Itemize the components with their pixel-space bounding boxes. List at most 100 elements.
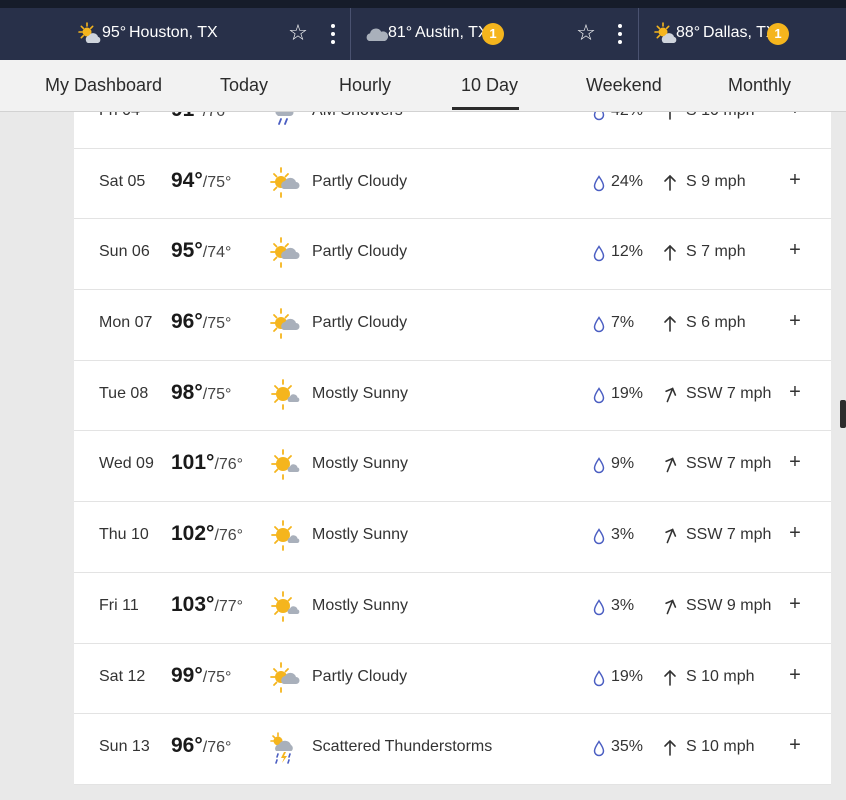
- tab-10-day[interactable]: 10 Day: [461, 75, 518, 96]
- wind-speed: SSW 7 mph: [686, 526, 772, 544]
- precip-chance: 9%: [611, 455, 635, 473]
- condition-text: Mostly Sunny: [312, 526, 409, 544]
- scrollbar-thumb[interactable]: [840, 400, 846, 428]
- forecast-row[interactable]: Thu 10 102°/76° Mostly Sunny 3% SSW 7 mph +: [74, 502, 831, 573]
- location-houston[interactable]: 95° Houston, TX ☆: [0, 8, 351, 60]
- low-temp: /76°: [214, 456, 244, 474]
- wind-arrow-icon: [660, 384, 680, 406]
- location-austin[interactable]: 81° Austin, TX 1 ☆: [351, 8, 639, 60]
- precip-drop-icon: [593, 316, 605, 333]
- low-temp: /75°: [202, 173, 232, 191]
- more-options-icon[interactable]: [329, 22, 337, 46]
- expand-row-icon[interactable]: +: [787, 664, 803, 687]
- forecast-row[interactable]: Wed 09 101°/76° Mostly Sunny 9% SSW 7 mph +: [74, 431, 831, 503]
- thunderstorm-icon: [268, 730, 302, 766]
- cloud-icon: [365, 22, 389, 46]
- expand-row-icon[interactable]: +: [787, 522, 803, 545]
- precip-drop-icon: [593, 528, 605, 545]
- wind-speed: S 10 mph: [686, 667, 755, 685]
- forecast-day: Thu 10: [99, 526, 149, 544]
- tab-weekend[interactable]: Weekend: [586, 75, 662, 96]
- forecast-row[interactable]: Tue 08 98°/75° Mostly Sunny 19% SSW 7 mph +: [74, 361, 831, 432]
- expand-row-icon[interactable]: +: [787, 310, 803, 333]
- forecast-row[interactable]: Sat 12 99°/75° Partly Cloudy 19% S 10 mph +: [74, 644, 831, 715]
- forecast-day: Wed 09: [99, 455, 154, 473]
- wind-speed: S 6 mph: [686, 314, 746, 332]
- location-dallas[interactable]: 88° Dallas, TX 1: [639, 8, 846, 60]
- expand-row-icon[interactable]: +: [787, 169, 803, 192]
- low-temp: /76°: [202, 739, 232, 757]
- tab-today[interactable]: Today: [220, 75, 268, 96]
- condition-text: Scattered Thunderstorms: [312, 738, 493, 756]
- location-city: Austin, TX: [415, 24, 489, 41]
- condition-text: Mostly Sunny: [312, 455, 409, 473]
- forecast-day: Sat 12: [99, 667, 146, 685]
- partly-cloudy-icon: [268, 235, 302, 271]
- expand-row-icon[interactable]: +: [787, 239, 803, 262]
- alert-badge[interactable]: 1: [482, 23, 504, 45]
- forecast-row[interactable]: Sun 06 95°/74° Partly Cloudy 12% S 7 mph +: [74, 219, 831, 291]
- tab-my-dashboard[interactable]: My Dashboard: [45, 75, 162, 96]
- forecast-day: Sun 13: [99, 738, 150, 756]
- mostly-sunny-icon: [268, 447, 302, 483]
- more-options-icon[interactable]: [616, 22, 624, 46]
- expand-row-icon[interactable]: +: [787, 381, 803, 404]
- tab-hourly[interactable]: Hourly: [339, 75, 391, 96]
- wind-arrow-icon: [663, 244, 677, 262]
- forecast-day: Mon 07: [99, 314, 153, 332]
- forecast-day: Sat 05: [99, 172, 146, 190]
- precip-chance: 19%: [611, 384, 644, 402]
- expand-row-icon[interactable]: +: [787, 451, 803, 474]
- location-temp: 88°: [676, 24, 701, 41]
- high-temp: 103°: [171, 592, 215, 616]
- precip-drop-icon: [593, 598, 605, 616]
- forecast-day: Tue 08: [99, 384, 149, 402]
- alert-badge[interactable]: 1: [767, 23, 789, 45]
- precip-drop-icon: [593, 386, 605, 404]
- precip-drop-icon: [593, 174, 605, 192]
- forecast-day: Fri 11: [99, 596, 139, 614]
- favorite-star-icon[interactable]: ☆: [287, 21, 309, 45]
- low-temp: /75°: [202, 668, 232, 686]
- active-tab-indicator: [452, 107, 519, 110]
- forecast-row[interactable]: Mon 07 96°/75° Partly Cloudy 7% S 6 mph +: [74, 290, 831, 361]
- partly-cloudy-icon: [268, 306, 302, 342]
- top-strip: [0, 0, 846, 8]
- favorite-star-icon[interactable]: ☆: [575, 21, 597, 45]
- location-temp: 81°: [388, 24, 413, 41]
- forecast-temps: 98°/75°: [171, 381, 231, 405]
- forecast-temps: 103°/77°: [171, 593, 243, 617]
- wind-arrow-icon: [663, 669, 677, 687]
- high-temp: 94°: [171, 168, 203, 192]
- forecast-row[interactable]: Sun 13 96°/76° Scattered Thunderstorms 35% S…: [74, 714, 831, 785]
- wind-speed: SSW 7 mph: [686, 455, 772, 473]
- precip-chance: 3%: [611, 526, 635, 544]
- forecast-temps: 101°/76°: [171, 451, 243, 475]
- tab-monthly[interactable]: Monthly: [728, 75, 791, 96]
- wind-arrow-icon: [660, 596, 680, 618]
- high-temp: 102°: [171, 522, 215, 546]
- precip-drop-icon: [593, 457, 605, 474]
- high-temp: 96°: [171, 734, 203, 758]
- mostly-sunny-icon: [268, 589, 302, 625]
- high-temp: 96°: [171, 310, 203, 334]
- forecast-temps: 94°/75°: [171, 169, 231, 193]
- expand-row-icon[interactable]: +: [787, 734, 803, 757]
- wind-arrow-icon: [660, 454, 680, 476]
- high-temp: 95°: [171, 239, 203, 263]
- forecast-row[interactable]: Sat 05 94°/75° Partly Cloudy 24% S 9 mph +: [74, 149, 831, 220]
- precip-chance: 19%: [611, 667, 644, 685]
- wind-speed: SSW 9 mph: [686, 596, 772, 614]
- wind-arrow-icon: [660, 525, 680, 547]
- forecast-temps: 95°/74°: [171, 239, 231, 263]
- low-temp: /74°: [202, 244, 232, 262]
- wind-arrow-icon: [663, 174, 677, 192]
- condition-text: Mostly Sunny: [312, 596, 409, 614]
- precip-chance: 24%: [611, 172, 644, 190]
- wind-speed: SSW 7 mph: [686, 384, 772, 402]
- precip-chance: 35%: [611, 738, 644, 756]
- sun-cloud-icon: [653, 22, 677, 46]
- wind-arrow-icon: [663, 315, 677, 333]
- forecast-row[interactable]: Fri 11 103°/77° Mostly Sunny 3% SSW 9 mph +: [74, 573, 831, 644]
- expand-row-icon[interactable]: +: [787, 593, 803, 616]
